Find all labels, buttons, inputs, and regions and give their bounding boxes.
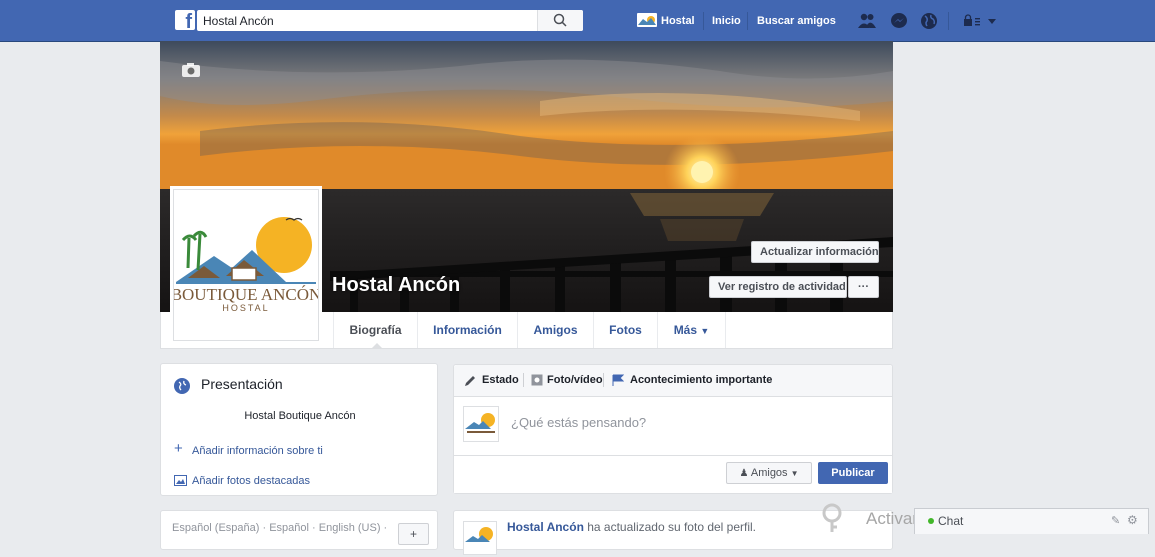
nav-link-home[interactable]: Inicio [712, 13, 741, 29]
composer-tab-status[interactable]: Estado [482, 374, 519, 386]
composer-tab-event[interactable]: Acontecimiento importante [630, 374, 772, 386]
search-input[interactable] [203, 10, 543, 31]
update-info-button[interactable]: Actualizar información [751, 241, 879, 263]
nav-link-find-friends[interactable]: Buscar amigos [757, 13, 836, 29]
tab-more[interactable]: Más ▼ [658, 312, 726, 348]
add-info-link[interactable]: Añadir información sobre ti [192, 445, 323, 457]
search-box [197, 10, 583, 31]
chevron-down-icon: ▼ [790, 469, 799, 478]
hostal-logo-image: BOUTIQUE ANCÓN HOSTAL [171, 217, 321, 313]
presentation-title: Presentación [201, 376, 283, 392]
svg-text:HOSTAL: HOSTAL [222, 303, 269, 313]
post-author-link[interactable]: Hostal Ancón [507, 520, 584, 534]
gear-icon[interactable]: ⚙ [1127, 513, 1138, 527]
language-card: Español (España) · Español · English (US… [160, 510, 438, 550]
plus-icon: + [174, 440, 183, 457]
presentation-card: Presentación Hostal Boutique Ancón + Aña… [160, 363, 438, 496]
add-language-button[interactable]: + [398, 523, 429, 545]
svg-text:BOUTIQUE ANCÓN: BOUTIQUE ANCÓN [174, 285, 318, 304]
composer-separator [523, 373, 524, 387]
friends-icon: ♟ [739, 468, 749, 479]
profile-picture[interactable]: BOUTIQUE ANCÓN HOSTAL [171, 189, 321, 341]
pencil-icon [465, 376, 475, 386]
chevron-down-icon: ▼ [700, 326, 710, 336]
tab-more-label: Más [673, 323, 698, 337]
online-status-icon [928, 518, 934, 524]
messenger-icon[interactable] [889, 11, 909, 31]
composer-tab-photo[interactable]: Foto/vídeo [547, 374, 603, 386]
globe-icon [174, 378, 190, 394]
chat-label: Chat [938, 514, 964, 528]
post-header: Hostal Ancón ha actualizado su foto del … [507, 520, 756, 534]
tab-information[interactable]: Información [418, 312, 518, 348]
audience-label: Amigos [750, 467, 788, 479]
post-composer: Estado Foto/vídeo Acontecimiento importa… [453, 364, 893, 494]
composer-input[interactable]: ¿Qué estás pensando? [511, 415, 646, 430]
post-avatar [463, 521, 497, 555]
post-action-text: ha actualizado su foto del perfil. [583, 520, 757, 534]
audience-selector-button[interactable]: ♟ Amigos ▼ [726, 462, 812, 484]
presentation-description: Hostal Boutique Ancón [244, 410, 356, 422]
composer-avatar [463, 406, 499, 442]
plus-icon: + [409, 527, 417, 541]
nav-profile-name: Hostal [661, 15, 695, 27]
nav-separator [747, 12, 748, 30]
language-links[interactable]: Español (España) · Español · English (US… [172, 522, 387, 534]
camera-icon[interactable] [181, 62, 201, 78]
profile-thumbnail [637, 13, 657, 27]
search-button[interactable] [537, 10, 583, 31]
flag-icon [612, 374, 624, 386]
active-tab-caret [371, 343, 383, 349]
more-options-button[interactable]: ··· [848, 276, 879, 298]
key-icon [822, 503, 842, 532]
search-icon [553, 13, 567, 27]
notifications-globe-icon[interactable] [919, 11, 939, 31]
friend-requests-icon[interactable] [857, 11, 877, 31]
tab-photos[interactable]: Fotos [594, 312, 658, 348]
page-name-heading[interactable]: Hostal Ancón [332, 274, 460, 297]
new-message-icon[interactable]: ✎ [1111, 514, 1120, 527]
chat-bar[interactable]: Chat ✎ ⚙ [914, 508, 1149, 534]
publish-button[interactable]: Publicar [818, 462, 888, 484]
facebook-logo-icon[interactable]: f [175, 10, 195, 30]
tab-friends[interactable]: Amigos [518, 312, 594, 348]
nav-separator [703, 12, 704, 30]
composer-footer: ♟ Amigos ▼ Publicar [454, 455, 892, 493]
account-menu-icon[interactable] [962, 14, 998, 28]
top-navigation-bar: f Hostal Inicio Buscar amigos [0, 0, 1155, 42]
nav-profile-link[interactable]: Hostal [637, 13, 695, 29]
composer-separator [603, 373, 604, 387]
featured-photos-icon [174, 475, 187, 486]
add-photos-link[interactable]: Añadir fotos destacadas [192, 475, 310, 487]
photo-icon [531, 374, 543, 386]
composer-tabs: Estado Foto/vídeo Acontecimiento importa… [454, 365, 892, 397]
activity-log-button[interactable]: Ver registro de actividad [709, 276, 847, 298]
nav-separator [948, 12, 949, 30]
